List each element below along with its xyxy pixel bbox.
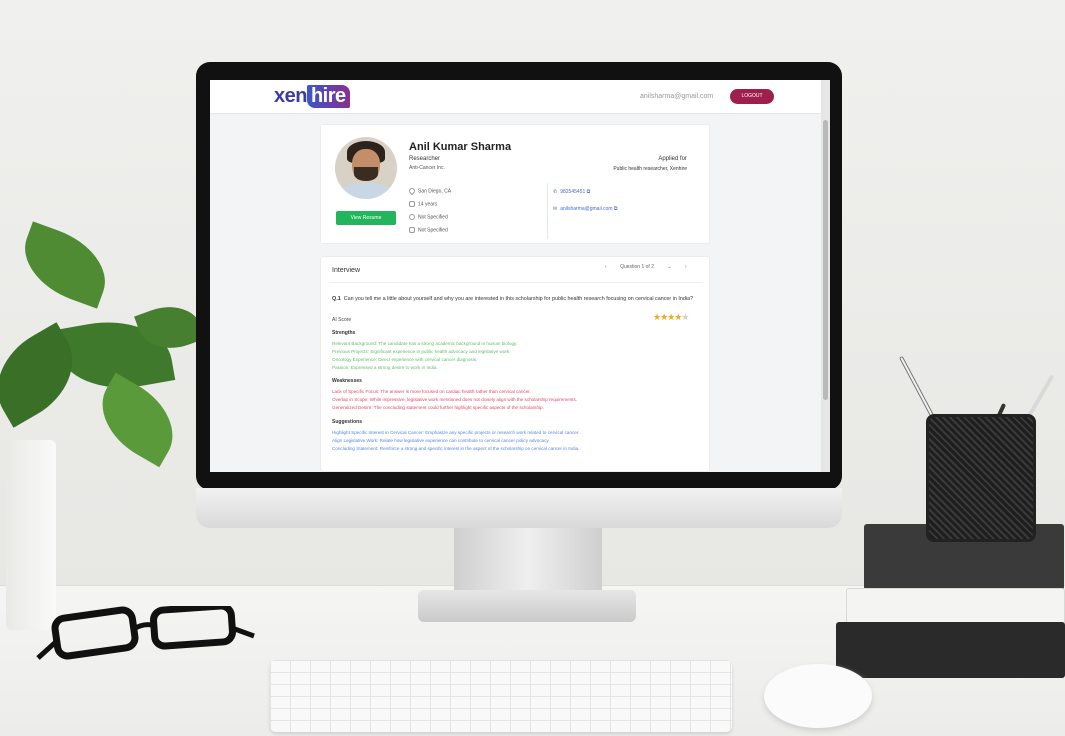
suggestions-heading: Suggestions [332,419,363,425]
user-email: anilsharma@gmail.com [640,93,714,100]
book-bottom [836,622,1065,678]
divider [329,282,703,283]
suggestion-item: Concluding Statement: Reinforce a strong… [332,446,580,451]
next-question-button[interactable]: › [685,264,687,270]
top-navbar: xen hire anilsharma@gmail.com LOGOUT [210,80,821,114]
xenhire-logo[interactable]: xen hire [274,85,350,108]
weakness-item: Generalized Desire: The concluding state… [332,405,544,410]
logout-button[interactable]: LOGOUT [730,89,774,104]
chevron-down-icon[interactable]: ⌄ [667,264,671,270]
monitor-stand [454,528,602,596]
strength-item: Passion: Expressed a strong desire to wo… [332,365,438,370]
monitor-foot [418,590,636,622]
applied-for-label: Applied for [658,156,687,162]
question-select[interactable]: Question 1 of 2 [620,264,654,270]
location-row: San Diego, CA [407,186,451,196]
info-row-3: Not Specified [409,214,448,220]
screen: xen hire anilsharma@gmail.com LOGOUT View… [210,80,830,472]
email-link[interactable]: ✉ anilsharma@gmail.com ⧉ [553,206,618,212]
applied-position: Public health researcher, Xenhire [613,166,687,172]
strength-item: Oncology Experience: Direct experience w… [332,357,478,362]
eyeglasses [36,606,255,660]
mail-icon: ✉ [553,206,558,212]
info-row-4: Not Specified [409,227,448,233]
interview-card: Interview ‹ Question 1 of 2 ⌄ › Q.1 Can y… [320,256,710,472]
question-text: Q.1 Can you tell me a little about yourse… [332,296,694,302]
phone-icon: ✆ [553,189,558,195]
strength-item: Previous Projects: Significant experienc… [332,349,511,354]
book-middle [846,588,1065,626]
weakness-item: Lack of Specific Focus: The answer is mo… [332,389,531,394]
ai-score-label: AI Score [332,317,352,323]
experience-row: 14 years [409,201,437,207]
ai-score-stars: ★★★★★ [653,312,689,323]
avatar [335,137,397,199]
plant-pot [6,440,56,630]
monitor-chin [196,488,842,528]
candidate-role: Researcher [409,156,441,162]
keyboard [270,660,732,732]
mouse [764,664,872,728]
weakness-item: Overlap in Scope: While impressive, legi… [332,397,578,402]
divider [547,183,548,239]
briefcase-icon [409,201,415,207]
strength-item: Relevant Background: The candidate has a… [332,341,518,346]
candidate-profile-card: View Resume Anil Kumar Sharma Researcher… [320,124,710,244]
clock-icon [409,214,415,220]
location-pin-icon [407,186,417,196]
copy-icon[interactable]: ⧉ [614,206,618,212]
question-navigator: ‹ Question 1 of 2 ⌄ › [599,264,693,270]
suggestion-item: Align Legislative Work: Relate how legis… [332,438,550,443]
strengths-heading: Strengths [332,330,356,336]
suggestion-item: Highlight Specific Interest in Cervical … [332,430,580,435]
candidate-name: Anil Kumar Sharma [409,141,512,153]
copy-icon[interactable]: ⧉ [587,189,591,195]
phone-link[interactable]: ✆ 982545451 ⧉ [553,189,590,195]
calendar-icon [409,227,415,233]
pen-holder-cup [926,414,1036,542]
weaknesses-heading: Weaknesses [332,378,362,384]
candidate-company: Anti-Cancer Inc. [409,165,445,171]
prev-question-button[interactable]: ‹ [605,264,607,270]
star-icon: ★ [681,312,689,322]
scrollbar[interactable] [821,80,830,472]
view-resume-button[interactable]: View Resume [336,211,396,225]
interview-title: Interview [332,267,361,274]
